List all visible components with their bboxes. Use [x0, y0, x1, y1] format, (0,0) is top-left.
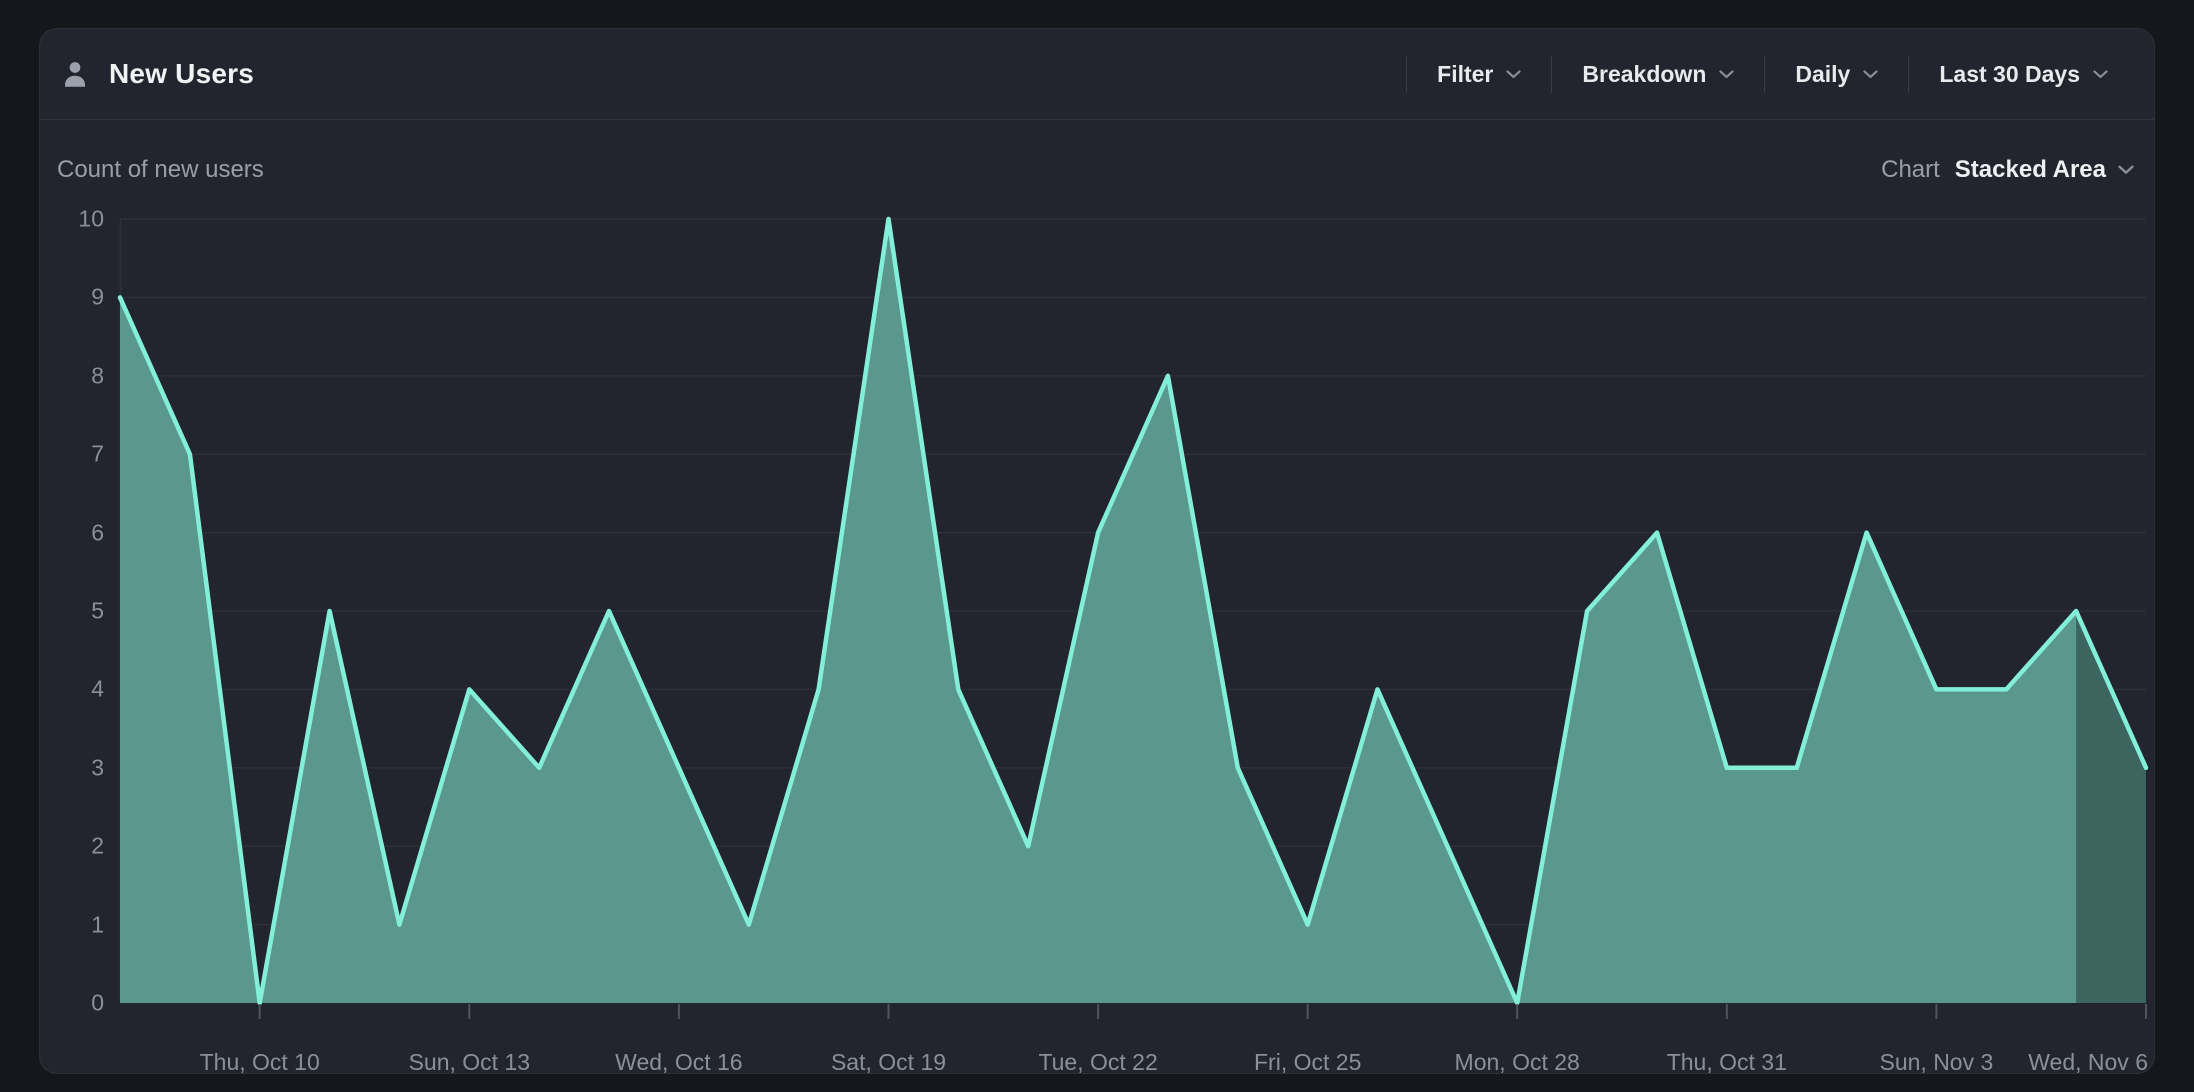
x-axis-label: Fri, Oct 25: [1254, 1049, 1361, 1076]
y-axis-label: 0: [40, 990, 104, 1017]
y-axis-label: 2: [40, 833, 104, 860]
chart-subheader: Count of new users Chart Stacked Area: [40, 120, 2154, 219]
y-axis-label: 7: [40, 441, 104, 468]
widget-title: New Users: [109, 58, 254, 90]
x-axis-label: Sat, Oct 19: [831, 1049, 946, 1076]
breakdown-dropdown-label: Breakdown: [1582, 61, 1706, 88]
chevron-down-icon: [2118, 165, 2134, 175]
y-axis-label: 9: [40, 284, 104, 311]
widget-header: New Users Filter Breakdown Daily Last 30…: [40, 29, 2154, 120]
date-range-dropdown[interactable]: Last 30 Days: [1909, 61, 2138, 88]
x-axis-label: Mon, Oct 28: [1455, 1049, 1580, 1076]
header-controls: Filter Breakdown Daily Last 30 Days: [1406, 29, 2138, 119]
y-axis-label: 1: [40, 911, 104, 938]
x-axis-label: Thu, Oct 10: [200, 1049, 320, 1076]
filter-dropdown[interactable]: Filter: [1407, 61, 1551, 88]
y-axis-label: 3: [40, 754, 104, 781]
area-fill-incomplete: [2076, 611, 2146, 1003]
y-axis-label: 6: [40, 519, 104, 546]
chevron-down-icon: [2093, 70, 2108, 79]
new-users-area-chart[interactable]: [120, 219, 2146, 1021]
breakdown-dropdown[interactable]: Breakdown: [1552, 61, 1764, 88]
y-axis-label: 8: [40, 362, 104, 389]
granularity-dropdown[interactable]: Daily: [1765, 61, 1908, 88]
chevron-down-icon: [1719, 70, 1734, 79]
x-axis-label: Thu, Oct 31: [1667, 1049, 1787, 1076]
x-axis-label: Wed, Nov 6: [2028, 1049, 2148, 1076]
x-axis-label: Sun, Nov 3: [1879, 1049, 1993, 1076]
x-axis-label: Sun, Oct 13: [409, 1049, 530, 1076]
chevron-down-icon: [1863, 70, 1878, 79]
date-range-dropdown-label: Last 30 Days: [1939, 61, 2080, 88]
chart-type-value: Stacked Area: [1955, 156, 2106, 184]
chart-type-picker[interactable]: Chart Stacked Area: [1881, 156, 2134, 184]
metric-label: Count of new users: [57, 156, 264, 184]
granularity-dropdown-label: Daily: [1795, 61, 1850, 88]
y-axis-label: 5: [40, 598, 104, 625]
y-axis-label: 4: [40, 676, 104, 703]
chevron-down-icon: [1506, 70, 1521, 79]
filter-dropdown-label: Filter: [1437, 61, 1493, 88]
x-axis-label: Wed, Oct 16: [615, 1049, 742, 1076]
widget-header-left: New Users: [60, 58, 254, 90]
new-users-widget: New Users Filter Breakdown Daily Last 30…: [39, 28, 2155, 1074]
y-axis-label: 10: [40, 206, 104, 233]
chart-type-picker-label: Chart: [1881, 156, 1940, 184]
x-axis-label: Tue, Oct 22: [1038, 1049, 1157, 1076]
user-icon: [60, 59, 90, 89]
